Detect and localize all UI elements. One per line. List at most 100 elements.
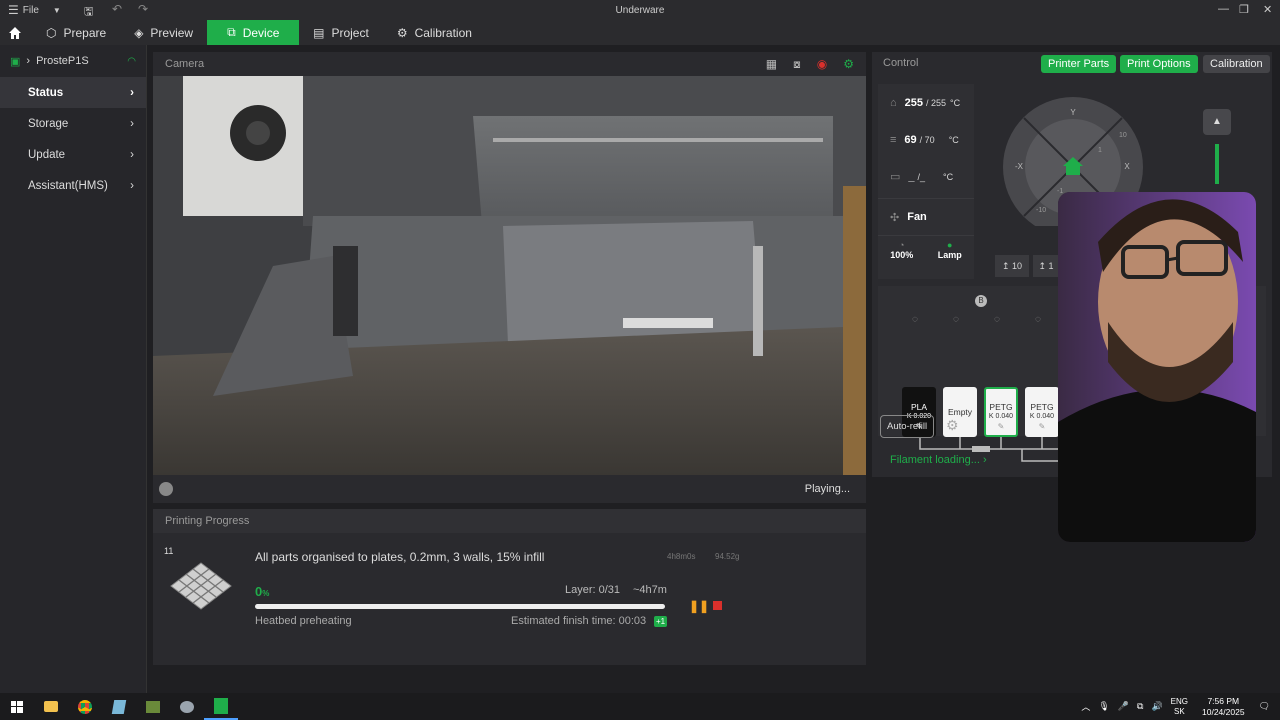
printer-parts-button[interactable]: Printer Parts — [1041, 55, 1117, 73]
tab-device[interactable]: ⧉ Device — [207, 20, 300, 45]
spool-k: K 0.040 — [988, 413, 1014, 420]
bambu-studio-icon[interactable] — [204, 693, 238, 720]
clock[interactable]: 7:56 PM 10/24/2025 — [1202, 696, 1245, 718]
clock-time: 7:56 PM — [1207, 695, 1240, 706]
ams-unit-badge[interactable]: B — [975, 295, 987, 307]
stop-stream-button[interactable] — [159, 482, 173, 496]
chevron-up-icon[interactable]: ︿ — [1081, 700, 1090, 713]
speaker-icon[interactable]: 🔊 — [1151, 701, 1162, 712]
print-options-button[interactable]: Print Options — [1120, 55, 1198, 73]
tab-calibration[interactable]: ⚙ Calibration — [383, 20, 486, 45]
spool-type: PETG — [1030, 402, 1054, 412]
nozzle-temp-current: 255 — [904, 96, 924, 109]
network-icon[interactable]: ⧉ — [1137, 701, 1143, 712]
remaining-time: ~4h7m — [633, 584, 667, 596]
stream-status: Playing... — [804, 483, 850, 495]
speedometer-icon: ◔ — [899, 240, 905, 250]
device-selector[interactable]: ▣ › ProsteP1S ◠ — [0, 45, 146, 77]
mic-muted-icon[interactable]: 🎤 — [1118, 701, 1129, 712]
maximize-button[interactable]: ❐ — [1239, 3, 1249, 16]
plate-thumbnail — [170, 562, 232, 610]
video-record-icon[interactable]: ⧇ — [793, 57, 801, 72]
bed-level-indicator — [1215, 144, 1219, 184]
nozzle-temp-unit: °C — [950, 97, 961, 108]
sidebar-item-label: Assistant(HMS) — [28, 179, 108, 192]
lamp-control[interactable]: ● Lamp — [938, 240, 962, 260]
language-indicator[interactable]: ENG SK — [1171, 697, 1188, 717]
spool-type: PETG — [989, 402, 1013, 412]
chrome-icon[interactable] — [68, 693, 102, 720]
timelapse-icon[interactable]: ◉ — [817, 57, 827, 72]
nozzle-icon: ⌂ — [890, 96, 897, 109]
filament-loading-link[interactable]: Filament loading... › — [890, 454, 987, 466]
ams-settings-icon[interactable]: ⚙ — [946, 417, 959, 434]
chamber-temp-row[interactable]: ▭ _ /_ °C — [878, 158, 974, 195]
camera-settings-icon[interactable]: ⚙ — [843, 57, 854, 72]
sidebar-item-storage[interactable]: Storage › — [0, 108, 146, 139]
notification-icon[interactable]: 🗨 — [1259, 701, 1270, 712]
bed-temp-unit: °C — [948, 134, 959, 145]
bed-temp-target: / 70 — [919, 134, 935, 145]
ams-slot-3[interactable]: PETG K 0.040 ✎ — [984, 387, 1018, 437]
filament-loading-label: Filament loading... — [890, 454, 980, 466]
home-button[interactable] — [0, 20, 30, 45]
sidebar-item-assistant[interactable]: Assistant(HMS) › — [0, 170, 146, 201]
z-move-1-button[interactable]: ↥ 1 — [1033, 255, 1059, 277]
fan-row[interactable]: ✣ Fan — [878, 198, 974, 235]
chamber-temp-target: /_ — [917, 171, 926, 182]
camera-image — [153, 76, 866, 475]
auto-refill-button[interactable]: Auto-refill — [880, 415, 935, 438]
sidebar-item-update[interactable]: Update › — [0, 139, 146, 170]
sidebar-item-label: Status — [28, 86, 64, 99]
sidebar-item-label: Storage — [28, 117, 69, 130]
app-icon[interactable] — [102, 693, 136, 720]
tab-preview[interactable]: ◈ Preview — [120, 20, 207, 45]
chevron-right-icon: › — [130, 117, 134, 130]
z-move-10-button[interactable]: ↥ 10 — [995, 255, 1029, 277]
stop-button[interactable] — [713, 601, 722, 610]
paint-icon[interactable] — [170, 693, 204, 720]
home-icon — [9, 26, 21, 39]
windows-icon — [11, 700, 23, 713]
sidebar-item-status[interactable]: Status › — [0, 77, 146, 108]
z-move-1-label: 1 — [1048, 261, 1054, 271]
humidity-icon: ◌ — [912, 314, 918, 325]
job-name: All parts organised to plates, 0.2mm, 3 … — [255, 550, 545, 564]
nozzle-temp-row[interactable]: ⌂ 255 / 255 °C — [878, 84, 974, 121]
lang-bottom: SK — [1174, 706, 1185, 716]
printer-icon: ▣ — [10, 55, 21, 68]
layer-info: Layer: 0/31 — [565, 584, 621, 596]
progress-title: Printing Progress — [165, 515, 250, 527]
sd-card-icon[interactable]: ▦ — [766, 57, 777, 72]
edit-icon[interactable]: ✎ — [986, 422, 1016, 432]
tab-project[interactable]: ▤ Project — [299, 20, 383, 45]
clock-date: 10/24/2025 — [1202, 706, 1245, 717]
layers-icon: ◈ — [134, 25, 144, 40]
humidity-icon: ◌ — [1035, 314, 1041, 325]
fan-label: Fan — [907, 211, 927, 223]
jog-y-label: Y — [1070, 108, 1076, 117]
device-icon: ⧉ — [227, 25, 236, 39]
edit-icon[interactable]: ✎ — [1027, 422, 1057, 432]
z-up-button[interactable]: ▲ — [1203, 109, 1231, 135]
progress-percent-unit: % — [262, 589, 270, 598]
document-icon: ▤ — [313, 25, 325, 40]
close-button[interactable]: ✕ — [1263, 3, 1272, 16]
speed-control[interactable]: ◔ 100% — [890, 240, 913, 260]
start-button[interactable] — [0, 693, 34, 720]
ams-slot-4[interactable]: PETG K 0.040 ✎ — [1025, 387, 1059, 437]
tab-calibration-label: Calibration — [414, 25, 472, 40]
heatbed-icon: ≡ — [890, 133, 897, 146]
tab-prepare[interactable]: ⬡ Prepare — [32, 20, 120, 45]
microphone-icon[interactable]: 🎙 — [1098, 701, 1109, 712]
file-explorer-icon[interactable] — [34, 693, 68, 720]
minimize-button[interactable]: — — [1218, 3, 1229, 15]
pause-button[interactable]: ❚❚ — [689, 599, 709, 613]
jog-y10-label: 10 — [1119, 132, 1127, 139]
calibration-button[interactable]: Calibration — [1203, 55, 1270, 73]
bed-temp-row[interactable]: ≡ 69 / 70 °C — [878, 121, 974, 158]
spool-k: K 0.040 — [1029, 413, 1055, 420]
jog-x-label: X — [1124, 162, 1130, 171]
slicer-app-icon[interactable] — [136, 693, 170, 720]
temperature-panel: ⌂ 255 / 255 °C ≡ 69 / 70 °C ▭ _ /_ °C ✣ … — [878, 84, 974, 279]
